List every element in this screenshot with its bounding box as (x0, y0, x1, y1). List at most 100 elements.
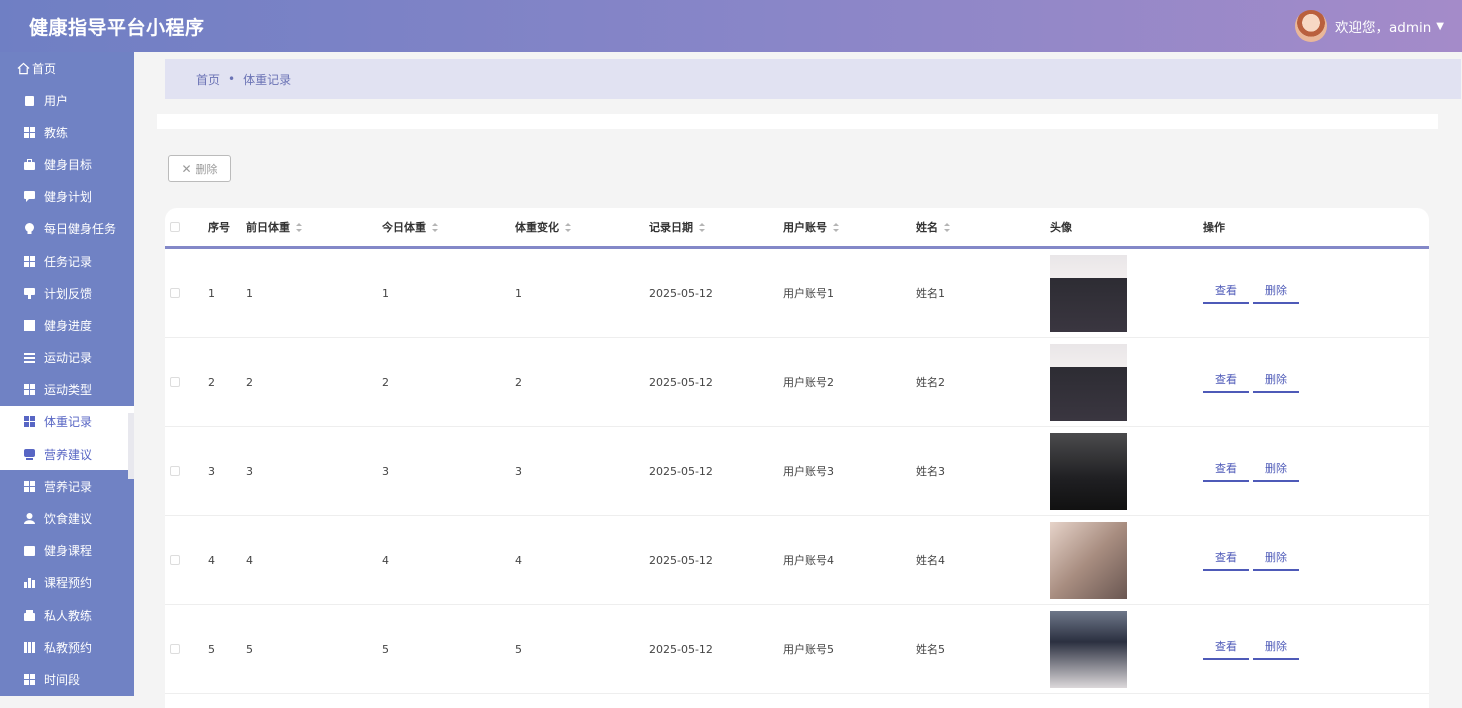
sidebar-item[interactable]: 用户 (0, 84, 134, 116)
breadcrumb-current: 体重记录 (243, 72, 292, 87)
sidebar-item[interactable]: 健身课程 (0, 535, 134, 567)
sidebar-item-label: 健身目标 (44, 157, 93, 172)
cell-index: 4 (208, 553, 215, 567)
sidebar-item[interactable]: 私教预约 (0, 631, 134, 663)
user-photo (1050, 343, 1127, 421)
col-today-weight[interactable]: 今日体重 (382, 208, 438, 246)
cell-name: 姓名5 (916, 643, 945, 656)
grid-icon (24, 673, 35, 685)
cell-prev: 5 (246, 642, 253, 656)
sidebar-item[interactable]: 饮食建议 (0, 502, 134, 534)
delete-button[interactable]: 删除 (1253, 371, 1299, 393)
sort-icon (833, 222, 839, 232)
sidebar-item-label: 每日健身任务 (44, 222, 117, 237)
sidebar-item-home[interactable]: 首页 (0, 52, 134, 84)
row-checkbox[interactable] (170, 377, 180, 387)
col-date[interactable]: 记录日期 (649, 208, 705, 246)
view-button[interactable]: 查看 (1203, 638, 1249, 660)
delete-button[interactable]: 删除 (1253, 549, 1299, 571)
row-checkbox[interactable] (170, 466, 180, 476)
col-name[interactable]: 姓名 (916, 208, 950, 246)
caret-down-icon: ▼ (1436, 20, 1444, 32)
cell-index: 1 (208, 286, 215, 300)
view-button[interactable]: 查看 (1203, 460, 1249, 482)
sidebar-item-label: 运动记录 (44, 351, 93, 366)
cell-change: 3 (515, 464, 522, 478)
col-account[interactable]: 用户账号 (783, 208, 839, 246)
cell-account: 用户账号3 (783, 465, 834, 478)
sidebar-item[interactable]: 任务记录 (0, 245, 134, 277)
scrollbar[interactable] (128, 413, 134, 479)
grid-icon (24, 255, 35, 267)
cell-date: 2025-05-12 (649, 642, 713, 656)
sidebar-item[interactable]: 每日健身任务 (0, 213, 134, 245)
view-button[interactable]: 查看 (1203, 549, 1249, 571)
col-label: 今日体重 (382, 221, 426, 234)
feedback-icon (24, 287, 35, 299)
view-button[interactable]: 查看 (1203, 371, 1249, 393)
sidebar-item[interactable]: 课程预约 (0, 567, 134, 599)
batch-delete-button[interactable]: ✕ 删除 (168, 155, 231, 182)
sidebar-item-label: 私教预约 (44, 640, 93, 655)
sidebar-item[interactable]: 体重记录 (0, 405, 134, 439)
row-checkbox[interactable] (170, 555, 180, 565)
sort-icon (699, 222, 705, 232)
sidebar-item-label: 健身课程 (44, 544, 93, 559)
delete-button[interactable]: 删除 (1253, 460, 1299, 482)
select-all-checkbox[interactable] (170, 222, 180, 232)
sidebar-item[interactable]: 健身目标 (0, 148, 134, 180)
user-photo (1050, 432, 1127, 510)
delete-button[interactable]: 删除 (1253, 282, 1299, 304)
cell-prev: 2 (246, 375, 253, 389)
sidebar-item-label: 健身进度 (44, 318, 93, 333)
breadcrumb-separator: • (228, 72, 236, 86)
sidebar-item[interactable]: 运动类型 (0, 374, 134, 406)
welcome-text: 欢迎您，admin (1334, 20, 1432, 36)
cell-date: 2025-05-12 (649, 464, 713, 478)
cell-date: 2025-05-12 (649, 286, 713, 300)
user-photo (1050, 254, 1127, 332)
search-area (157, 114, 1438, 129)
col-label: 前日体重 (246, 221, 290, 234)
col-prev-weight[interactable]: 前日体重 (246, 208, 302, 246)
sidebar-item[interactable]: 时间段 (0, 663, 134, 695)
sidebar-item-label: 课程预约 (44, 576, 93, 591)
grid-icon (24, 126, 35, 138)
col-avatar: 头像 (1050, 221, 1072, 234)
clipboard-icon (25, 95, 34, 106)
row-checkbox[interactable] (170, 288, 180, 298)
user-photo (1050, 610, 1127, 688)
col-label: 用户账号 (783, 221, 827, 234)
sidebar-item-label: 营养建议 (44, 447, 93, 462)
user-menu[interactable]: 欢迎您，admin ▼ (1294, 10, 1444, 42)
sidebar-item-label: 私人教练 (44, 608, 93, 623)
sidebar-item-label: 时间段 (44, 672, 81, 687)
cell-change: 5 (515, 642, 522, 656)
sidebar-item[interactable]: 营养建议 (0, 438, 134, 471)
cell-account: 用户账号4 (783, 554, 834, 567)
cell-today: 1 (382, 286, 389, 300)
cell-name: 姓名3 (916, 465, 945, 478)
table-row: 3 3 3 3 2025-05-12 用户账号3 姓名3 查看 删除 (165, 427, 1429, 516)
cell-change: 4 (515, 553, 522, 567)
col-change[interactable]: 体重变化 (515, 208, 571, 246)
view-button[interactable]: 查看 (1203, 282, 1249, 304)
sidebar-item[interactable]: 运动记录 (0, 342, 134, 374)
sort-icon (944, 222, 950, 232)
sidebar-item[interactable]: 计划反馈 (0, 277, 134, 309)
delete-button[interactable]: 删除 (1253, 638, 1299, 660)
close-icon: ✕ (181, 161, 192, 176)
sidebar-item[interactable]: 健身计划 (0, 181, 134, 213)
breadcrumb-home[interactable]: 首页 (196, 71, 220, 88)
sidebar-item[interactable]: 教练 (0, 116, 134, 148)
sidebar-item[interactable]: 私人教练 (0, 599, 134, 631)
sort-icon (565, 222, 571, 232)
cell-prev: 3 (246, 464, 253, 478)
cell-account: 用户账号1 (783, 287, 834, 300)
sidebar-item-label: 体重记录 (44, 415, 93, 430)
sidebar-item[interactable]: 健身进度 (0, 309, 134, 341)
sidebar-item-label: 营养记录 (44, 479, 93, 494)
sidebar-item[interactable]: 营养记录 (0, 470, 134, 502)
table-row: 1 1 1 1 2025-05-12 用户账号1 姓名1 查看 删除 (165, 249, 1429, 338)
row-checkbox[interactable] (170, 644, 180, 654)
